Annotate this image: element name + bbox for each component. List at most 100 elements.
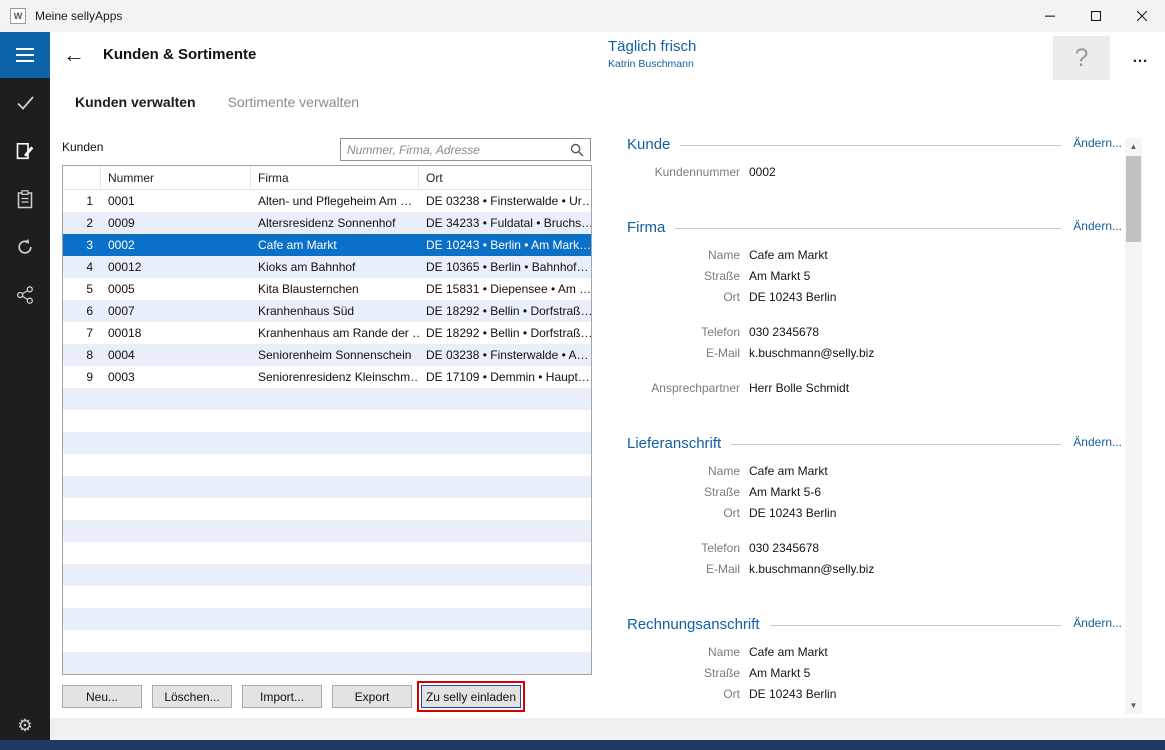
detail-field: NameCafe am Markt: [627, 641, 1122, 662]
section-title: Firma: [627, 218, 665, 238]
detail-field: E-Mailk.buschmann@selly.biz: [627, 342, 1122, 363]
section-title: Lieferanschrift: [627, 434, 721, 454]
column-header-firma[interactable]: Firma: [251, 166, 419, 189]
help-button[interactable]: ?: [1053, 36, 1110, 80]
detail-field: NameCafe am Markt: [627, 244, 1122, 265]
table-row-empty: [63, 586, 591, 608]
cell-ort: DE 34233 • Fuldatal • Bruchs…: [419, 212, 591, 234]
cell-nummer: 0001: [101, 190, 251, 212]
table-row[interactable]: 10001Alten- und Pflegeheim Am …DE 03238 …: [63, 190, 591, 212]
new-button[interactable]: Neu...: [62, 685, 142, 708]
field-label: Straße: [627, 269, 740, 283]
cell-firma: Seniorenresidenz Kleinschm…: [251, 366, 419, 388]
share-network-icon: [16, 286, 34, 304]
scrollbar-up-arrow[interactable]: ▲: [1125, 138, 1142, 155]
scrollbar-down-arrow[interactable]: ▼: [1125, 697, 1142, 714]
detail-field: E-Mail k.buschmann@selly.biz: [627, 558, 1122, 579]
cell-ort: DE 17109 • Demmin • Haupt…: [419, 366, 591, 388]
delete-button[interactable]: Löschen...: [152, 685, 232, 708]
section-header: Rechnungsanschrift Ändern...: [627, 615, 1122, 635]
maximize-button[interactable]: [1073, 0, 1119, 32]
search-input[interactable]: [341, 139, 570, 160]
table-row-selected[interactable]: 30002Cafe am MarktDE 10243 • Berlin • Am…: [63, 234, 591, 256]
maximize-icon: [1091, 11, 1101, 21]
table-row[interactable]: 90003Seniorenresidenz Kleinschm…DE 17109…: [63, 366, 591, 388]
table-row[interactable]: 700018Kranhenhaus am Rande der …DE 18292…: [63, 322, 591, 344]
minimize-button[interactable]: [1027, 0, 1073, 32]
column-header-index[interactable]: [63, 166, 101, 189]
settings-gear-icon[interactable]: ⚙: [0, 717, 50, 735]
cell-nummer: 00012: [101, 256, 251, 278]
change-link[interactable]: Ändern...: [1073, 615, 1122, 631]
tab-kunden-verwalten[interactable]: Kunden verwalten: [75, 94, 196, 110]
cell-firma: Kranhenhaus Süd: [251, 300, 419, 322]
field-label: Name: [627, 248, 740, 262]
field-value: DE 10243 Berlin: [749, 687, 836, 701]
field-label: Ansprechpartner: [627, 381, 740, 395]
invite-to-selly-button[interactable]: Zu selly einladen: [421, 685, 521, 708]
sidebar-item-tasks[interactable]: [0, 79, 50, 127]
sidebar-item-customers[interactable]: [0, 127, 50, 175]
field-value: 030 2345678: [749, 541, 819, 555]
field-value: 030 2345678: [749, 325, 819, 339]
hamburger-menu-button[interactable]: [0, 32, 50, 78]
table-row-empty: [63, 652, 591, 674]
table-row-empty: [63, 520, 591, 542]
scrollbar-thumb[interactable]: [1126, 156, 1141, 242]
column-header-ort[interactable]: Ort: [419, 166, 591, 189]
cell-nummer: 0009: [101, 212, 251, 234]
main-content: ← Kunden & Sortimente Täglich frisch Kat…: [50, 32, 1165, 718]
page-title: Kunden & Sortimente: [103, 46, 256, 63]
table-row-empty: [63, 432, 591, 454]
section-rule: [770, 625, 1062, 626]
column-header-nummer[interactable]: Nummer: [101, 166, 251, 189]
cell-nummer: 0004: [101, 344, 251, 366]
section-header: Firma Ändern...: [627, 218, 1122, 238]
cell-firma: Cafe am Markt: [251, 234, 419, 256]
table-row[interactable]: 50005Kita BlausternchenDE 15831 • Diepen…: [63, 278, 591, 300]
table-row[interactable]: 20009Altersresidenz SonnenhofDE 34233 • …: [63, 212, 591, 234]
field-group: NameCafe am MarktStraßeAm Markt 5OrtDE 1…: [627, 244, 1122, 307]
field-value: DE 10243 Berlin: [749, 290, 836, 304]
detail-field: OrtDE 10243 Berlin: [627, 502, 1122, 523]
table-row[interactable]: 60007Kranhenhaus SüdDE 18292 • Bellin • …: [63, 300, 591, 322]
detail-field: OrtDE 10243 Berlin: [627, 683, 1122, 704]
table-row-empty: [63, 564, 591, 586]
field-value: k.buschmann@selly.biz: [749, 346, 874, 360]
cell-firma: Kranhenhaus am Rande der …: [251, 322, 419, 344]
cell-nummer: 0003: [101, 366, 251, 388]
field-value: Am Markt 5: [749, 666, 810, 680]
change-link[interactable]: Ändern...: [1073, 218, 1122, 234]
cell-index: 2: [63, 212, 101, 234]
detail-scrollbar[interactable]: ▲ ▼: [1125, 138, 1142, 714]
field-label: E-Mail: [627, 562, 740, 576]
account-user: Katrin Buschmann: [608, 58, 696, 70]
back-button[interactable]: ←: [62, 42, 86, 68]
section-header: KundeÄndern...: [627, 135, 1122, 155]
cell-index: 3: [63, 234, 101, 256]
change-link[interactable]: Ändern...: [1073, 434, 1122, 450]
section-title: Rechnungsanschrift: [627, 615, 760, 635]
close-button[interactable]: [1119, 0, 1165, 32]
sidebar-item-sync[interactable]: [0, 223, 50, 271]
field-value: k.buschmann@selly.biz: [749, 562, 874, 576]
field-label: Ort: [627, 290, 740, 304]
account-company: Täglich frisch: [608, 38, 696, 55]
more-button[interactable]: …: [1123, 44, 1157, 72]
change-link[interactable]: Ändern...: [1073, 135, 1122, 151]
search-icon: [570, 143, 584, 157]
detail-field: NameCafe am Markt: [627, 460, 1122, 481]
cell-index: 9: [63, 366, 101, 388]
import-button[interactable]: Import...: [242, 685, 322, 708]
sidebar-item-share[interactable]: [0, 271, 50, 319]
cell-ort: DE 15831 • Diepensee • Am …: [419, 278, 591, 300]
table-row[interactable]: 80004Seniorenheim SonnenscheinDE 03238 •…: [63, 344, 591, 366]
sidebar-item-orders[interactable]: [0, 175, 50, 223]
tab-sortimente-verwalten[interactable]: Sortimente verwalten: [228, 94, 360, 110]
cell-firma: Alten- und Pflegeheim Am …: [251, 190, 419, 212]
export-button[interactable]: Export: [332, 685, 412, 708]
detail-panel: KundeÄndern...Kundennummer0002FirmaÄnder…: [627, 135, 1122, 712]
bottom-bar: [0, 740, 1165, 750]
table-row[interactable]: 400012Kioks am BahnhofDE 10365 • Berlin …: [63, 256, 591, 278]
detail-section: Lieferanschrift Ändern... NameCafe am Mark…: [627, 434, 1122, 579]
